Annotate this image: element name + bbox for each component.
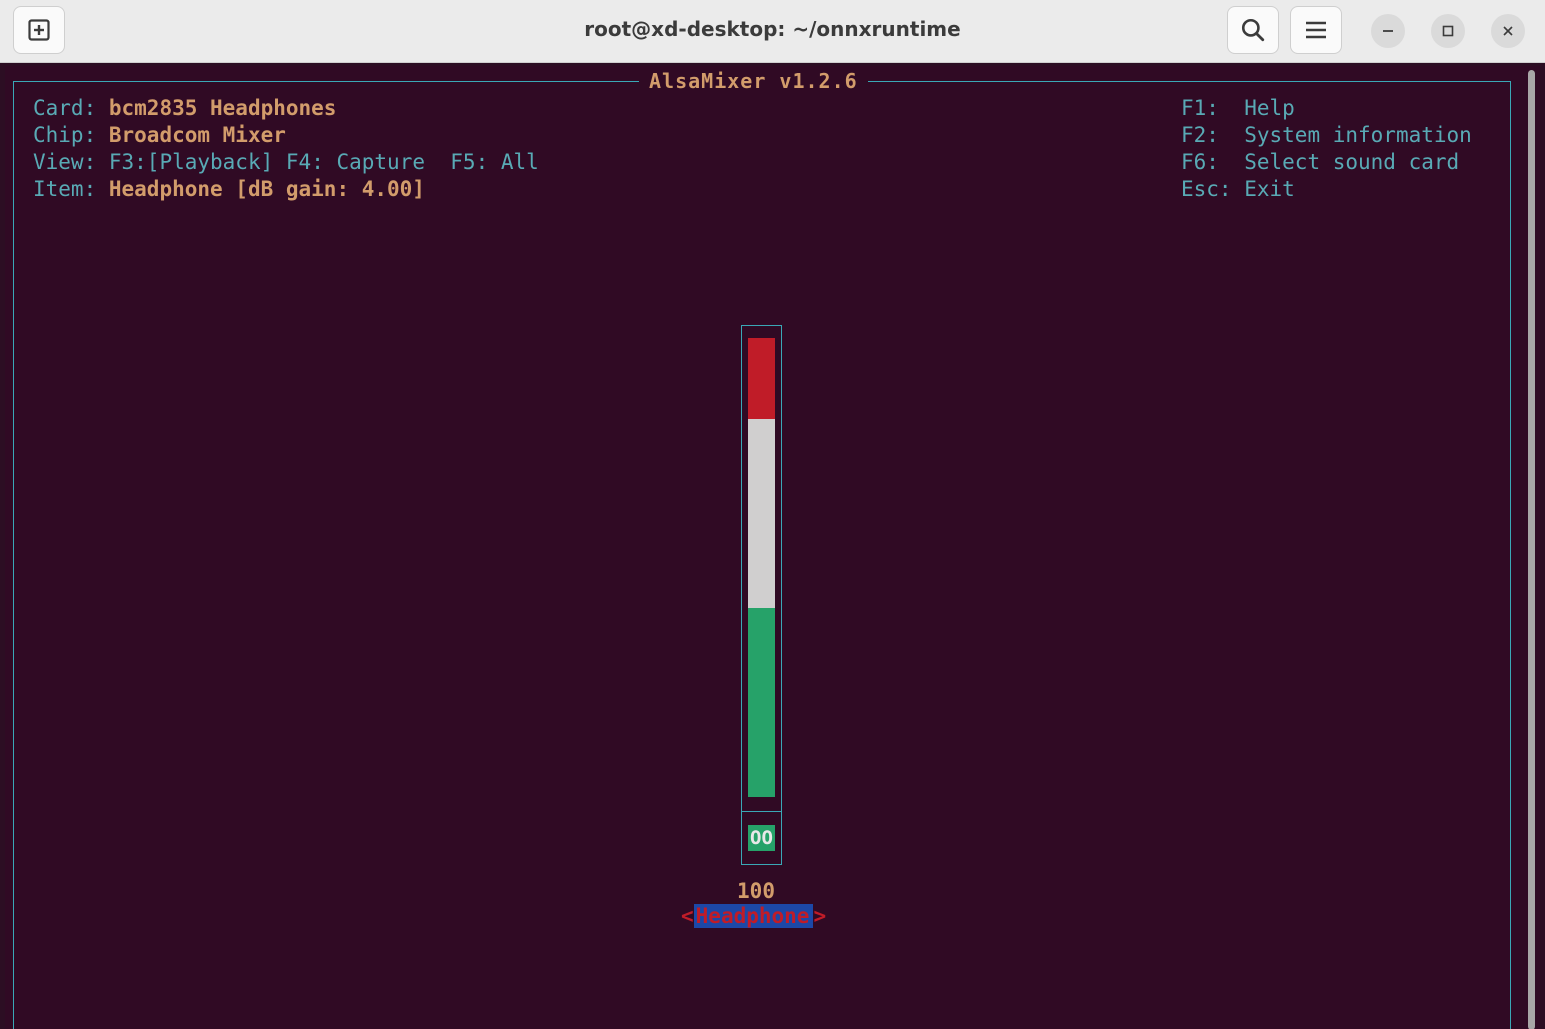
view-capture[interactable]: F4: Capture — [286, 150, 425, 174]
new-tab-button[interactable] — [13, 6, 65, 54]
card-value: bcm2835 Headphones — [108, 96, 337, 120]
right-arrow: > — [813, 904, 827, 928]
search-icon — [1241, 18, 1265, 42]
alsamixer-title: AlsaMixer v1.2.6 — [639, 69, 868, 93]
help-key: F2: — [1181, 123, 1219, 147]
search-button[interactable] — [1227, 6, 1279, 54]
close-icon — [1503, 26, 1513, 36]
card-label: Card: — [33, 96, 97, 120]
slider-divider — [742, 811, 781, 812]
view-label: View: — [33, 150, 97, 174]
chip-line: Chip: Broadcom Mixer — [33, 123, 286, 147]
scrollbar[interactable] — [1528, 70, 1535, 1029]
help-action: Help — [1244, 96, 1295, 120]
maximize-icon — [1442, 25, 1454, 37]
chip-value: Broadcom Mixer — [108, 123, 286, 147]
help-action: Exit — [1244, 177, 1295, 201]
mute-state-badge[interactable]: OO — [748, 825, 775, 851]
hamburger-menu-icon — [1306, 21, 1326, 39]
volume-bar-low — [748, 608, 775, 797]
minimize-icon — [1383, 30, 1393, 32]
help-f1[interactable]: F1: Help — [1181, 96, 1295, 120]
view-playback[interactable]: F3:[Playback] — [109, 150, 273, 174]
control-name[interactable]: Headphone — [693, 904, 814, 928]
item-label: Item: — [33, 177, 97, 201]
minimize-button[interactable] — [1371, 14, 1405, 48]
help-action: System information — [1244, 123, 1472, 147]
help-esc[interactable]: Esc: Exit — [1181, 177, 1295, 201]
left-arrow: < — [681, 904, 694, 928]
title-bar: root@xd-desktop: ~/onnxruntime — [0, 0, 1545, 63]
help-f2[interactable]: F2: System information — [1181, 123, 1472, 147]
help-key: F1: — [1181, 96, 1219, 120]
help-f6[interactable]: F6: Select sound card — [1181, 150, 1459, 174]
view-line: View: F3:[Playback] F4: Capture F5: All — [33, 150, 539, 174]
menu-button[interactable] — [1290, 6, 1342, 54]
help-action: Select sound card — [1244, 150, 1460, 174]
volume-slider[interactable]: OO — [741, 325, 782, 865]
maximize-button[interactable] — [1431, 14, 1465, 48]
volume-level: 100 — [737, 879, 775, 903]
chip-label: Chip: — [33, 123, 97, 147]
plus-square-icon — [28, 19, 50, 41]
item-value: Headphone [dB gain: 4.00] — [108, 177, 425, 201]
card-line: Card: bcm2835 Headphones — [33, 96, 336, 120]
terminal-area[interactable]: AlsaMixer v1.2.6 Card: bcm2835 Headphone… — [5, 66, 1540, 1029]
volume-bar-mid — [748, 419, 775, 608]
control-name-row[interactable]: <Headphone > — [681, 904, 826, 928]
view-all[interactable]: F5: All — [450, 150, 539, 174]
item-line: Item: Headphone [dB gain: 4.00] — [33, 177, 425, 201]
volume-bar-high — [748, 338, 775, 419]
help-key: F6: — [1181, 150, 1219, 174]
close-button[interactable] — [1491, 14, 1525, 48]
help-key: Esc: — [1181, 177, 1232, 201]
